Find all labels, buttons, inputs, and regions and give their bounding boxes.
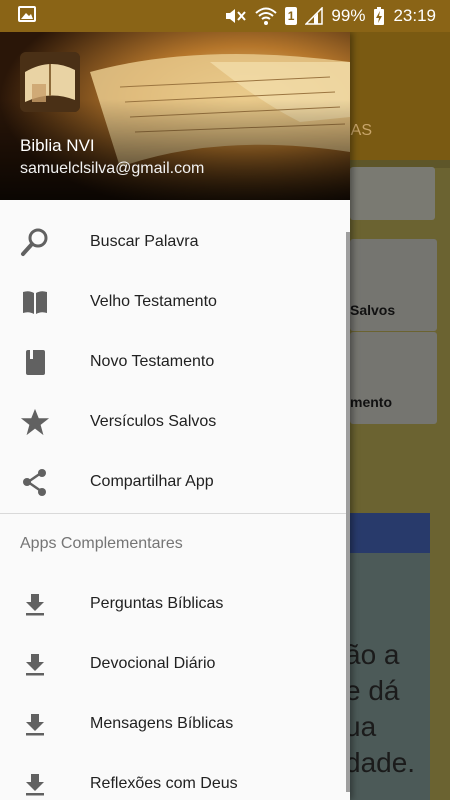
battery-charging-icon <box>373 6 385 26</box>
closed-book-icon <box>20 347 50 377</box>
avatar[interactable] <box>20 52 80 112</box>
wifi-icon <box>255 6 277 26</box>
menu-item-label: Compartilhar App <box>90 473 214 490</box>
menu-item-novo-testamento[interactable]: Novo Testamento <box>0 332 350 392</box>
verse-line: dade. <box>345 747 416 778</box>
app-item-perguntas-biblicas[interactable]: Perguntas Bíblicas <box>0 574 350 634</box>
menu-item-compartilhar-app[interactable]: Compartilhar App <box>0 452 350 512</box>
menu-item-versiculos-salvos[interactable]: Versículos Salvos <box>0 392 350 452</box>
battery-percent: 99% <box>331 6 366 25</box>
verse-line: e dá <box>345 675 400 706</box>
background-card-testament: mento <box>350 332 437 424</box>
download-icon <box>20 709 50 739</box>
main-menu: Buscar Palavra Velho Testamento Novo Tes… <box>0 200 350 512</box>
menu-item-label: Versículos Salvos <box>90 413 217 430</box>
menu-item-label: Novo Testamento <box>90 353 215 370</box>
section-header-apps: Apps Complementares <box>20 535 183 552</box>
menu-item-label: Buscar Palavra <box>90 233 199 250</box>
navigation-drawer[interactable]: Biblia NVI samuelclsilva@gmail.com Busca… <box>0 32 350 800</box>
gallery-notification-icon <box>18 5 36 28</box>
download-icon <box>20 589 50 619</box>
account-email: samuelclsilva@gmail.com <box>20 160 205 177</box>
verse-line: ão a <box>345 639 400 670</box>
verse-line: ua <box>345 711 377 742</box>
drawer-header: Biblia NVI samuelclsilva@gmail.com <box>0 32 350 200</box>
background-card-label: mento <box>350 394 392 410</box>
menu-item-velho-testamento[interactable]: Velho Testamento <box>0 272 350 332</box>
clock: 23:19 <box>393 6 436 25</box>
share-icon <box>20 467 50 497</box>
signal-icon <box>305 7 324 25</box>
bible-avatar-icon <box>20 52 80 112</box>
menu-item-label: Reflexões com Deus <box>90 775 238 792</box>
mute-icon <box>223 6 247 26</box>
background-search-box <box>350 167 435 220</box>
menu-item-label: Devocional Diário <box>90 655 216 672</box>
apps-menu: Perguntas Bíblicas Devocional Diário Men… <box>0 574 350 800</box>
menu-item-label: Velho Testamento <box>90 293 217 310</box>
menu-item-label: Perguntas Bíblicas <box>90 595 224 612</box>
app-item-mensagens-biblicas[interactable]: Mensagens Bíblicas <box>0 694 350 754</box>
app-item-reflexoes-com-deus[interactable]: Reflexões com Deus <box>0 754 350 800</box>
search-icon <box>20 227 50 257</box>
background-verse-text: ão a e dá ua dade. <box>345 637 445 781</box>
app-item-devocional-diario[interactable]: Devocional Diário <box>0 634 350 694</box>
open-book-icon <box>20 287 50 317</box>
background-card-label: Salvos <box>350 302 396 318</box>
status-bar: 1 99% 23:19 <box>0 0 450 32</box>
background-card-saved: Salvos <box>350 239 437 331</box>
download-icon <box>20 769 50 799</box>
download-icon <box>20 649 50 679</box>
sim-slot-icon: 1 <box>284 7 298 25</box>
drawer-scrollbar[interactable] <box>346 232 350 792</box>
background-tab-label: AS <box>350 122 372 139</box>
star-icon <box>20 407 50 437</box>
drawer-title: Biblia NVI <box>20 136 95 155</box>
menu-item-buscar-palavra[interactable]: Buscar Palavra <box>0 212 350 272</box>
background-banner <box>350 513 430 553</box>
menu-item-label: Mensagens Bíblicas <box>90 715 234 732</box>
